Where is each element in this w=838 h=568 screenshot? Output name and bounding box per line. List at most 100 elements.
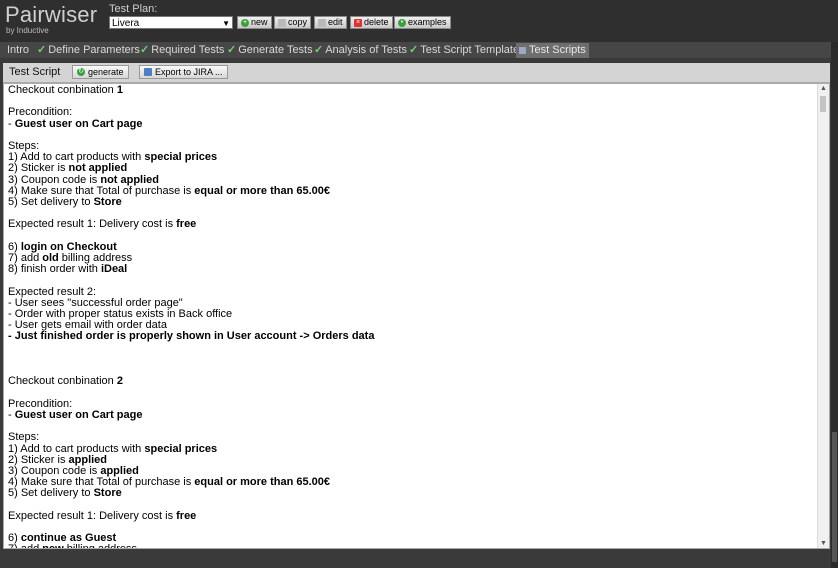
script-segment: -	[8, 117, 15, 130]
script-line: - Guest user on Cart page	[8, 408, 829, 421]
script-segment: Steps:	[8, 140, 40, 153]
script-segment: 1) Add to cart products with	[8, 151, 145, 164]
examples-button[interactable]: • examples	[394, 16, 451, 29]
tab-define-parameters-label: Define Parameters	[48, 44, 140, 56]
script-line: 5) Set delivery to Store	[8, 488, 829, 499]
main-tabs: Intro ✓ Define Parameters ✓ Required Tests…	[0, 42, 838, 58]
generate-button[interactable]: ↻ generate	[72, 65, 129, 79]
check-icon: ✓	[37, 44, 47, 56]
script-segment: equal or more than 65.00€	[194, 476, 330, 489]
app-header: Pairwiser by Inductive Test Plan: Livera…	[0, 0, 838, 42]
delete-plan-button[interactable]: × delete	[350, 16, 393, 29]
script-segment: not applied	[68, 162, 128, 175]
chevron-down-icon: ▼	[222, 19, 230, 28]
plus-icon: +	[241, 18, 249, 27]
check-icon: ✓	[227, 44, 237, 56]
script-line	[8, 130, 829, 141]
test-script-text: Checkout conbination 1 Precondition: - Gu…	[4, 84, 829, 548]
script-segment: Checkout conbination	[8, 375, 117, 388]
export-jira-button-label: Export to JIRA ...	[155, 67, 223, 77]
script-segment: 5) Set delivery to	[8, 487, 94, 500]
script-segment: Expected result 2:	[8, 285, 97, 298]
tab-analysis-of-tests[interactable]: ✓ Analysis of Tests	[311, 43, 410, 58]
script-segment: Precondition:	[8, 397, 73, 410]
test-plan-value: Livera	[112, 18, 140, 29]
script-line	[8, 365, 829, 376]
script-segment: continue as Guest	[20, 532, 117, 545]
script-segment: -	[8, 408, 15, 421]
script-segment: 2	[116, 375, 123, 388]
jira-icon	[144, 68, 152, 76]
page-scroll-thumb[interactable]	[832, 432, 837, 562]
script-segment: 6)	[8, 240, 21, 253]
script-segment: Store	[93, 487, 122, 500]
copy-icon	[278, 18, 286, 27]
test-plan-select[interactable]: Livera ▼	[109, 16, 233, 29]
script-segment: Store	[93, 196, 122, 209]
script-line: Checkout conbination 2	[8, 376, 829, 387]
copy-plan-button-label: copy	[288, 17, 308, 27]
script-segment: billing address	[58, 252, 133, 265]
script-segment: - Just finished order is properly shown …	[8, 330, 375, 343]
script-line: Expected result 1: Delivery cost is free	[8, 509, 829, 522]
examples-icon: •	[398, 18, 406, 27]
tab-define-parameters[interactable]: ✓ Define Parameters	[34, 43, 143, 58]
scroll-up-icon[interactable]: ▲	[820, 85, 827, 92]
script-line: - Just finished order is properly shown …	[8, 331, 829, 342]
script-segment: Checkout conbination	[8, 84, 117, 96]
script-segment: - User sees "successful order page"	[8, 296, 183, 309]
export-jira-button[interactable]: Export to JIRA ...	[139, 65, 228, 79]
tab-generate-tests[interactable]: ✓ Generate Tests	[224, 43, 316, 58]
scroll-down-icon[interactable]: ▼	[820, 540, 827, 547]
panel-title: Test Script	[9, 66, 61, 78]
script-segment: Expected result 1: Delivery cost is	[8, 509, 177, 522]
app-byline: by Inductive	[6, 26, 49, 35]
tab-test-script-template[interactable]: ✓ Test Script Template	[406, 43, 522, 58]
tab-test-scripts-label: Test Scripts	[529, 44, 586, 56]
script-segment: 2) Sticker is	[8, 453, 69, 466]
script-line	[8, 421, 829, 432]
script-segment: Guest user on Cart page	[14, 408, 143, 421]
script-segment: equal or more than 65.00€	[194, 184, 330, 197]
script-line: 4) Make sure that Total of purchase is e…	[8, 184, 829, 197]
content-scrollbar[interactable]: ▲ ▼	[817, 84, 829, 548]
script-line: Checkout conbination 1	[8, 84, 829, 96]
script-segment: 5) Set delivery to	[8, 196, 94, 209]
script-segment: not applied	[100, 173, 160, 186]
tab-intro[interactable]: Intro	[4, 43, 32, 58]
copy-plan-button[interactable]: copy	[274, 16, 312, 29]
script-line	[8, 343, 829, 354]
tab-required-tests[interactable]: ✓ Required Tests	[137, 43, 227, 58]
script-segment: 3) Coupon code is	[8, 173, 101, 186]
script-segment: Expected result 1: Delivery cost is	[8, 218, 177, 231]
tab-test-script-template-label: Test Script Template	[420, 44, 520, 56]
new-plan-button[interactable]: + new	[237, 16, 272, 29]
scroll-thumb[interactable]	[820, 96, 826, 112]
new-plan-button-label: new	[251, 17, 268, 27]
app-logo: Pairwiser	[5, 2, 98, 27]
script-segment: special prices	[144, 442, 218, 455]
script-segment: 2) Sticker is	[8, 162, 69, 175]
check-icon: ✓	[314, 44, 324, 56]
tab-generate-tests-label: Generate Tests	[238, 44, 313, 56]
script-segment: 8) finish order with	[8, 263, 101, 276]
script-line: 7) add old billing address	[8, 252, 829, 265]
refresh-icon: ↻	[77, 68, 85, 76]
script-segment: 6)	[8, 532, 21, 545]
script-segment: Steps:	[8, 431, 40, 444]
page-scrollbar[interactable]	[831, 42, 838, 568]
edit-plan-button-label: edit	[328, 17, 343, 27]
script-segment: 1) Add to cart products with	[8, 442, 145, 455]
script-line	[8, 275, 829, 286]
script-segment: old	[42, 252, 59, 265]
test-script-content[interactable]: Checkout conbination 1 Precondition: - Gu…	[3, 83, 830, 549]
script-line: 1) Add to cart products with special pri…	[8, 442, 829, 455]
tab-test-scripts[interactable]: Test Scripts	[516, 43, 589, 58]
script-segment: applied	[68, 453, 108, 466]
generate-button-label: generate	[88, 67, 124, 77]
script-line	[8, 387, 829, 398]
script-segment: login on Checkout	[20, 240, 117, 253]
tab-analysis-of-tests-label: Analysis of Tests	[325, 44, 407, 56]
test-script-toolbar: Test Script ↻ generate Export to JIRA ..…	[3, 63, 830, 83]
edit-plan-button[interactable]: edit	[314, 16, 347, 29]
